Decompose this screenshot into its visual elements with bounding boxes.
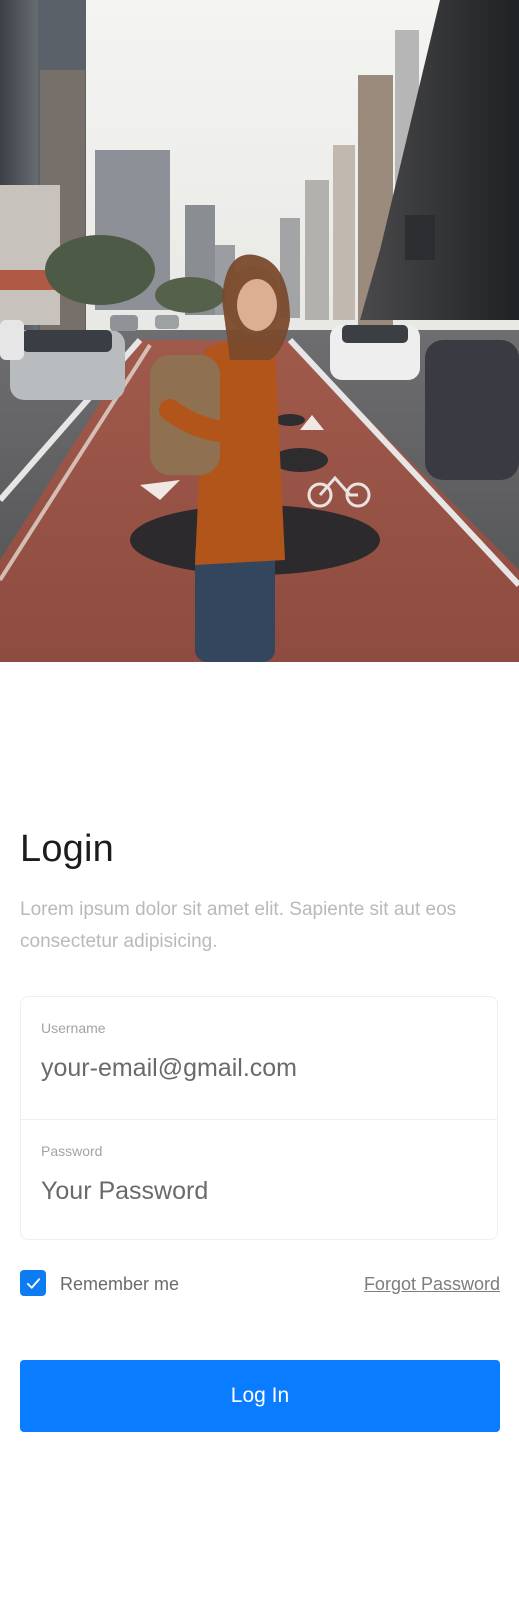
remember-me-label[interactable]: Remember me xyxy=(60,1273,179,1295)
forgot-password-link[interactable]: Forgot Password xyxy=(364,1273,500,1295)
city-street-illustration xyxy=(0,0,519,662)
username-field: Username xyxy=(21,997,497,1119)
password-label: Password xyxy=(41,1143,103,1159)
login-button[interactable]: Log In xyxy=(20,1360,500,1432)
page-subtitle: Lorem ipsum dolor sit amet elit. Sapient… xyxy=(20,899,457,952)
login-options: Remember me Forgot Password xyxy=(20,1270,500,1298)
check-icon xyxy=(26,1277,40,1289)
username-label: Username xyxy=(41,1020,106,1036)
page-title: Login xyxy=(20,828,114,870)
login-form: Username Password xyxy=(20,996,498,1240)
login-header: Login Lorem ipsum dolor sit amet elit. S… xyxy=(20,830,500,958)
password-field: Password xyxy=(21,1119,497,1241)
password-input[interactable] xyxy=(41,1174,471,1208)
hero-photo xyxy=(0,0,519,662)
remember-me-checkbox[interactable] xyxy=(20,1270,46,1296)
login-screen: Login Lorem ipsum dolor sit amet elit. S… xyxy=(0,0,519,1600)
username-input[interactable] xyxy=(41,1051,471,1085)
